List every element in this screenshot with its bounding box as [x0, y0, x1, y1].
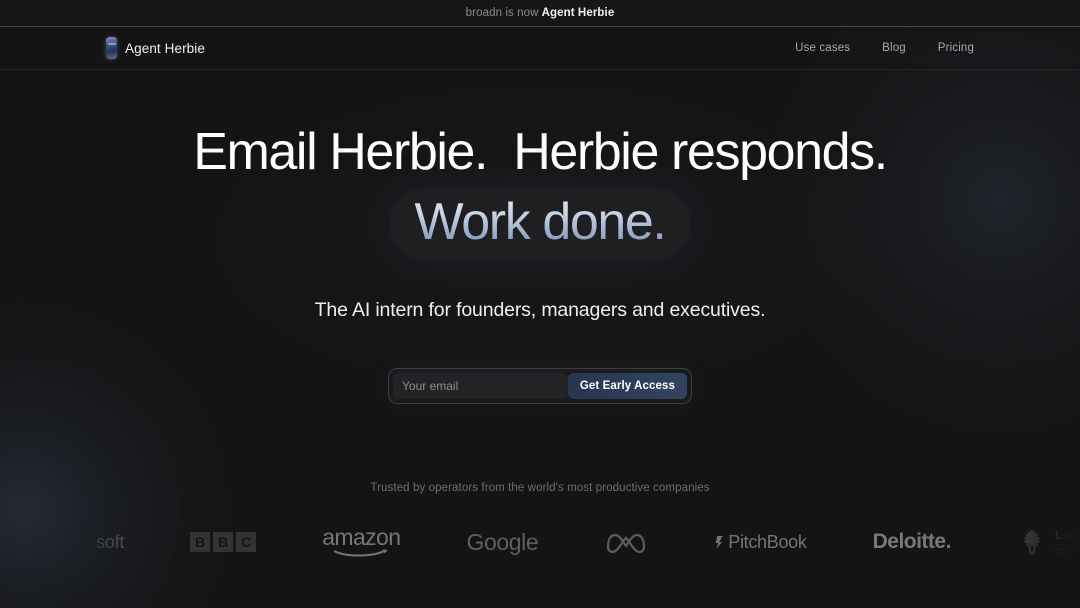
hero-headline-line-2: Work done. [414, 193, 667, 251]
logo-bbc: B B C [190, 532, 257, 552]
nav-link-pricing[interactable]: Pricing [938, 42, 974, 54]
logo-google: Google [466, 529, 538, 556]
email-input[interactable] [393, 373, 568, 399]
logo-amazon: amazon [322, 524, 401, 557]
brand-logo-link[interactable]: Agent Herbie [106, 37, 205, 59]
logo-meta [604, 530, 648, 554]
nav-link-use-cases[interactable]: Use cases [795, 42, 850, 54]
logo-pitchbook: PitchBook [714, 531, 807, 553]
logo-amazon-text: amazon [322, 524, 401, 551]
bbc-letter-1: B [190, 532, 211, 552]
logo-pitchbook-text: PitchBook [728, 531, 807, 552]
logo-london-stock-exchange: London Stock Exchange Group [1017, 527, 1080, 557]
hero-headline-line-1: Email Herbie. Herbie responds. [193, 123, 888, 181]
announcement-banner[interactable]: broadn is now Agent Herbie [0, 0, 1080, 27]
herbie-pill-logo-icon [106, 37, 117, 59]
logo-microsoft-partial: soft [96, 532, 124, 553]
announcement-text: broadn is now Agent Herbie [466, 7, 615, 19]
company-logo-track: soft B B C amazon Google PitchBook Deloi… [0, 524, 1080, 557]
meta-infinity-icon [607, 533, 646, 554]
early-access-form: Get Early Access [388, 368, 692, 404]
amazon-swoosh-icon [334, 549, 388, 557]
bbc-letter-3: C [236, 532, 257, 552]
company-logo-marquee: soft B B C amazon Google PitchBook Deloi… [0, 516, 1080, 568]
logo-deloitte-text: Deloitte. [872, 530, 952, 553]
get-early-access-button[interactable]: Get Early Access [567, 373, 687, 399]
logo-microsoft-partial-text: soft [96, 531, 125, 552]
lseg-line-2: Stock Exchange Group [1054, 546, 1080, 557]
pitchbook-mark-icon [715, 535, 723, 549]
landing-page: broadn is now Agent Herbie Agent Herbie U… [0, 0, 1080, 608]
nav-link-blog[interactable]: Blog [882, 42, 906, 54]
brand-name: Agent Herbie [125, 40, 205, 56]
social-proof-caption: Trusted by operators from the world's mo… [370, 482, 710, 494]
primary-nav: Use cases Blog Pricing [795, 42, 974, 54]
logo-deloitte: Deloitte. [872, 530, 952, 554]
announcement-prefix: broadn is now [465, 7, 539, 19]
site-header: Agent Herbie Use cases Blog Pricing [0, 27, 1080, 70]
hero-headline-line-2-wrapper: Work done. [388, 189, 692, 259]
hero-headline-pill: Work done. [388, 189, 692, 259]
lseg-crest-icon [1023, 529, 1041, 556]
hero-subheadline: The AI intern for founders, managers and… [314, 299, 766, 321]
bbc-letter-2: B [213, 532, 234, 552]
announcement-brand: Agent Herbie [541, 7, 615, 19]
lseg-wordmark: London Stock Exchange Group [1054, 527, 1080, 557]
lseg-line-1: London [1054, 527, 1080, 545]
hero-section: Email Herbie. Herbie responds. Work done… [0, 70, 1080, 404]
logo-google-text: Google [466, 528, 539, 555]
